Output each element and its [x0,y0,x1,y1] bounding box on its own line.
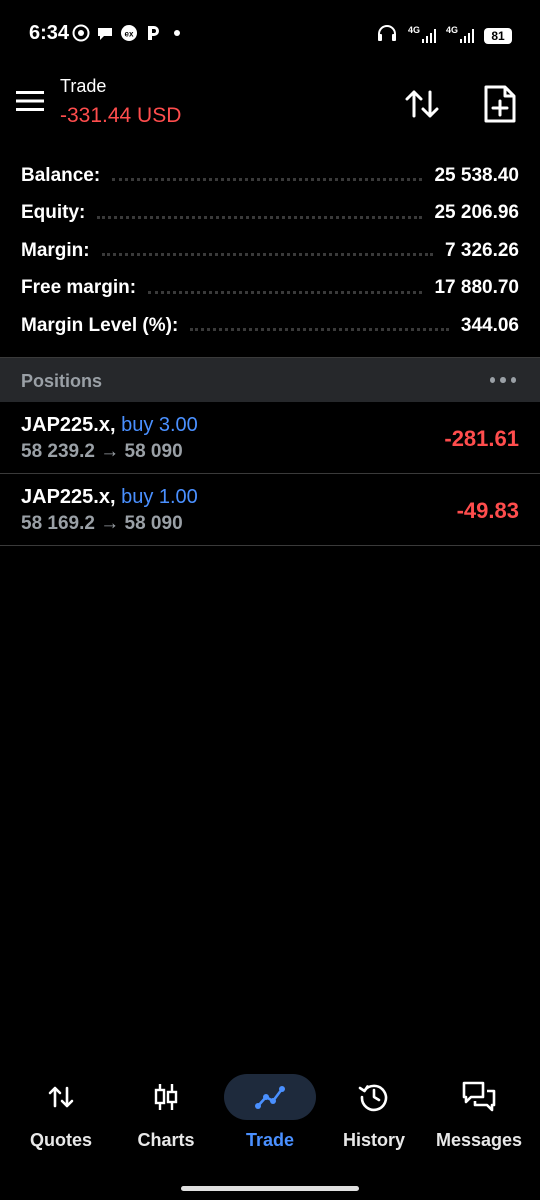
margin-value: 7 326.26 [445,239,519,261]
system-icons: 4G 4G 81 [376,24,512,47]
position-row[interactable]: JAP225.x, buy 1.00 58 169.2 → 58 090 -49… [0,474,540,546]
balance-row: Balance: 25 538.40 [0,157,540,195]
nav-messages-label: Messages [435,1130,523,1150]
history-icon [328,1074,420,1120]
chat-bubble-icon [96,24,114,42]
home-indicator[interactable] [181,1186,359,1191]
dot-leader [97,215,423,219]
nav-trade[interactable]: Trade [220,1068,320,1158]
equity-label: Equity: [21,202,86,224]
dot-leader [101,253,434,257]
net-label-1: 4G [407,24,420,35]
net-label-2: 4G [445,24,458,35]
position-symbol: JAP225.x, [21,414,116,436]
notification-icons: ex [72,24,186,42]
balance-value: 25 538.40 [434,164,519,186]
trade-icon [224,1074,316,1120]
menu-icon[interactable] [16,90,44,112]
position-side-volume: buy 3.00 [121,414,198,436]
new-order-icon[interactable] [482,84,518,124]
nav-history-label: History [342,1130,405,1150]
position-title: JAP225.x, buy 3.00 [21,414,198,437]
margin-level-row: Margin Level (%): 344.06 [0,307,540,345]
bottom-navigation: Quotes Charts Trade History Messages [0,1068,540,1168]
trade-header: Trade -331.44 USD [0,68,540,140]
whatsapp-icon [72,24,90,42]
position-prices: 58 169.2 → 58 090 [21,513,183,534]
status-time: 6:34 [29,22,70,44]
nav-messages[interactable]: Messages [429,1068,529,1158]
position-prices: 58 239.2 → 58 090 [21,441,183,462]
margin-level-label: Margin Level (%): [21,314,179,336]
more-options-icon[interactable] [490,377,516,383]
dot-icon [168,24,186,42]
account-summary: Balance: 25 538.40 Equity: 25 206.96 Mar… [0,157,540,345]
quotes-icon [15,1074,107,1120]
messages-icon [433,1074,525,1120]
dot-leader [190,328,449,332]
equity-value: 25 206.96 [434,202,519,224]
signal-4g-icon-2: 4G [446,25,474,43]
free-margin-label: Free margin: [21,277,137,299]
exness-icon: ex [120,24,138,42]
p-app-icon [144,24,162,42]
dot-leader [148,290,423,294]
dot-leader [112,178,423,182]
free-margin-row: Free margin: 17 880.70 [0,270,540,308]
margin-row: Margin: 7 326.26 [0,232,540,270]
nav-quotes[interactable]: Quotes [11,1068,111,1158]
signal-4g-icon-1: 4G [408,25,436,43]
equity-row: Equity: 25 206.96 [0,195,540,233]
position-row[interactable]: JAP225.x, buy 3.00 58 239.2 → 58 090 -28… [0,402,540,474]
position-profit: -281.61 [444,426,519,451]
positions-title: Positions [21,371,103,391]
nav-charts[interactable]: Charts [116,1068,216,1158]
total-profit-loss: -331.44 USD [60,104,182,127]
nav-quotes-label: Quotes [29,1130,92,1150]
battery-icon: 81 [484,27,512,44]
charts-icon [120,1074,212,1120]
balance-label: Balance: [21,164,101,186]
page-title: Trade [60,76,107,96]
margin-label: Margin: [21,239,90,261]
nav-trade-label: Trade [245,1130,295,1150]
status-bar: 6:34 ex 4G 4G 81 [0,0,540,68]
free-margin-value: 17 880.70 [434,277,519,299]
svg-text:ex: ex [125,30,134,39]
position-symbol: JAP225.x, [21,486,116,508]
headphones-icon [376,24,398,47]
nav-history[interactable]: History [324,1068,424,1158]
position-title: JAP225.x, buy 1.00 [21,486,198,509]
sort-icon[interactable] [402,84,442,124]
nav-charts-label: Charts [137,1130,195,1150]
positions-section-header: Positions [0,357,540,402]
margin-level-value: 344.06 [460,314,519,336]
position-profit: -49.83 [456,498,519,523]
position-side-volume: buy 1.00 [121,486,198,508]
